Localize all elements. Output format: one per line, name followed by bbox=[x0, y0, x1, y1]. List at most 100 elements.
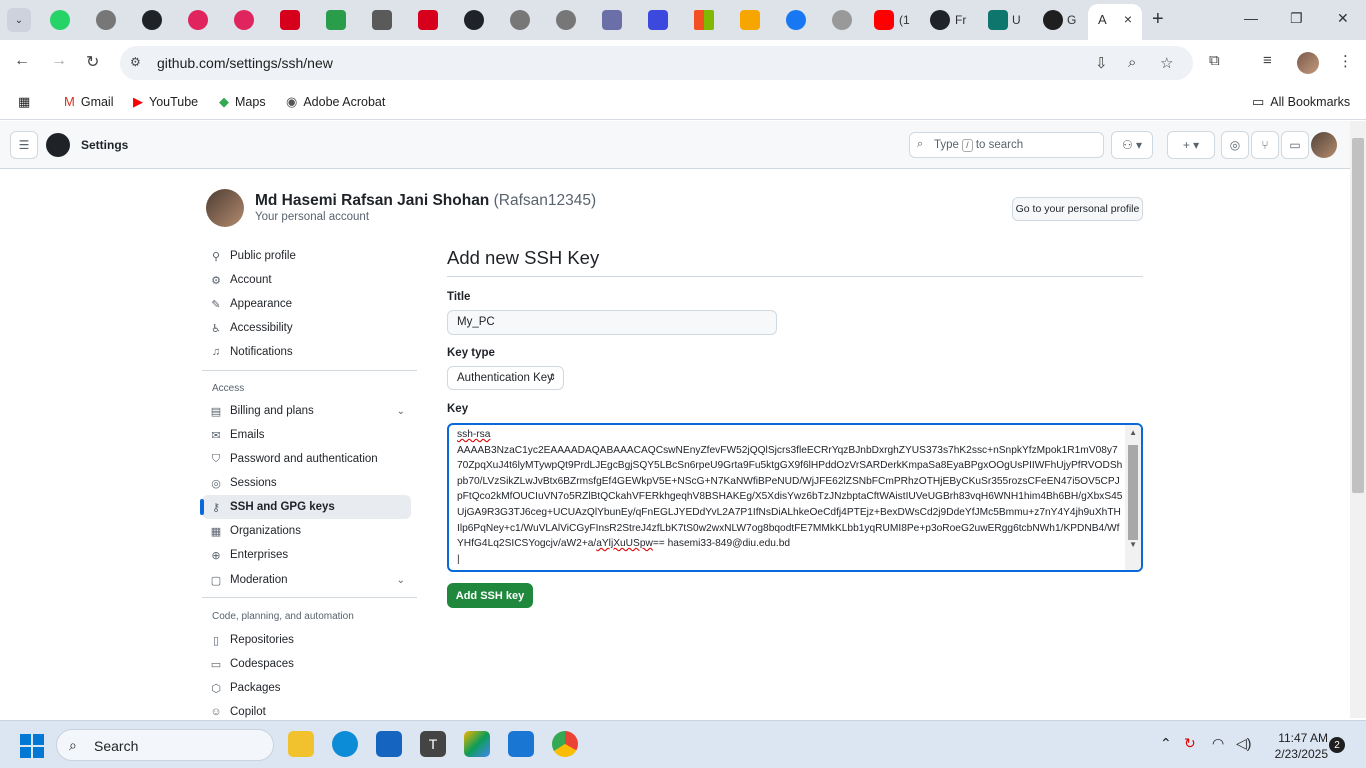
sidebar-item-billing[interactable]: ▤ Billing and plans ⌄ bbox=[202, 399, 411, 423]
issues-icon[interactable]: ◎ bbox=[1221, 131, 1249, 159]
new-tab-button[interactable]: + bbox=[1152, 8, 1164, 31]
notepad-icon[interactable] bbox=[508, 731, 534, 757]
create-new-button[interactable]: + ▾ bbox=[1167, 131, 1215, 159]
tab-title[interactable]: G bbox=[1067, 13, 1076, 27]
sidebar-item-appearance[interactable]: ✎ Appearance bbox=[202, 292, 411, 316]
extensions-icon[interactable]: ⧉ bbox=[1209, 52, 1220, 69]
globe-tab-icon[interactable] bbox=[96, 10, 116, 30]
page-title[interactable]: Settings bbox=[81, 138, 128, 152]
mega-tab-icon[interactable] bbox=[418, 10, 438, 30]
globe-tab-icon[interactable] bbox=[510, 10, 530, 30]
file-explorer-icon[interactable] bbox=[288, 731, 314, 757]
apps-icon[interactable]: ▦ bbox=[18, 94, 30, 110]
close-tab-icon[interactable]: × bbox=[1124, 11, 1132, 27]
search-input[interactable]: ⌕ Type / to search bbox=[909, 132, 1104, 158]
chevron-down-icon[interactable]: ⌄ bbox=[397, 406, 405, 417]
profile-handle[interactable]: (Rafsan12345) bbox=[494, 192, 597, 209]
sidebar-item-notifications[interactable]: ♫ Notifications bbox=[202, 340, 411, 364]
edge-icon[interactable] bbox=[332, 731, 358, 757]
tab-title[interactable]: U bbox=[1012, 13, 1021, 27]
sidebar-item-password[interactable]: ⛉ Password and authentication bbox=[202, 447, 411, 471]
sidebar-item-moderation[interactable]: ▢ Moderation ⌄ bbox=[202, 568, 411, 592]
bookmark-acrobat[interactable]: ◉ Adobe Acrobat bbox=[286, 94, 385, 110]
scroll-down-icon[interactable]: ▼ bbox=[1129, 540, 1137, 549]
address-bar[interactable]: ⚙ github.com/settings/ssh/new ⇩ ⌕ ☆ bbox=[120, 46, 1193, 80]
tray-overflow-icon[interactable]: ⌃ bbox=[1160, 735, 1172, 752]
typora-icon[interactable]: T bbox=[420, 731, 446, 757]
scroll-up-icon[interactable]: ▲ bbox=[1129, 428, 1137, 437]
bookmark-star-icon[interactable]: ☆ bbox=[1160, 54, 1173, 72]
page-scroll-thumb[interactable] bbox=[1352, 138, 1364, 493]
all-bookmarks[interactable]: ▭ All Bookmarks bbox=[1252, 94, 1350, 110]
chrome-icon[interactable] bbox=[552, 731, 578, 757]
bookmark-youtube[interactable]: ▶ YouTube bbox=[133, 94, 198, 110]
app-icon[interactable] bbox=[464, 731, 490, 757]
sidebar-item-organizations[interactable]: ▦ Organizations bbox=[202, 519, 411, 543]
sync-icon[interactable]: ↻ bbox=[1184, 735, 1196, 752]
zoom-icon[interactable]: ⌕ bbox=[1128, 54, 1136, 71]
copilot-menu-button[interactable]: ⚇ ▾ bbox=[1111, 131, 1153, 159]
sidebar-item-enterprises[interactable]: ⊕ Enterprises bbox=[202, 543, 411, 567]
app-tab-icon[interactable] bbox=[234, 10, 254, 30]
title-field[interactable]: My_PC bbox=[447, 310, 777, 335]
install-app-icon[interactable]: ⇩ bbox=[1095, 54, 1108, 72]
app-tab-icon[interactable] bbox=[740, 10, 760, 30]
go-to-profile-button[interactable]: Go to your personal profile bbox=[1012, 197, 1143, 221]
bookmark-gmail[interactable]: M Gmail bbox=[64, 94, 114, 109]
w-tab-icon[interactable] bbox=[326, 10, 346, 30]
pull-requests-icon[interactable]: ⑂ bbox=[1251, 131, 1279, 159]
key-textarea[interactable]: ssh-rsa AAAAB3NzaC1yc2EAAAADAQABAAACAQCs… bbox=[447, 423, 1143, 572]
whatsapp-tab-icon[interactable] bbox=[50, 10, 70, 30]
sidebar-item-public-profile[interactable]: ⚲ Public profile bbox=[202, 244, 411, 268]
github-tab-icon[interactable] bbox=[930, 10, 950, 30]
page-scrollbar[interactable] bbox=[1350, 121, 1366, 718]
sidebar-item-account[interactable]: ⚙ Account bbox=[202, 268, 411, 292]
back-icon[interactable]: ← bbox=[14, 52, 30, 70]
browser-profile-avatar[interactable] bbox=[1297, 52, 1319, 74]
wifi-icon[interactable]: ◠ bbox=[1212, 735, 1224, 752]
media-control-icon[interactable]: ≡ bbox=[1263, 52, 1272, 69]
openai-tab-icon[interactable] bbox=[1043, 10, 1063, 30]
hamburger-menu-icon[interactable]: ☰ bbox=[10, 131, 38, 159]
taskbar-search[interactable]: ⌕ Search bbox=[56, 729, 274, 761]
tab-title[interactable]: Fr bbox=[955, 13, 966, 27]
globe-tab-icon[interactable] bbox=[556, 10, 576, 30]
mega-tab-icon[interactable] bbox=[280, 10, 300, 30]
youtube-tab-icon[interactable] bbox=[874, 10, 894, 30]
forward-icon[interactable]: → bbox=[51, 52, 67, 70]
sidebar-item-ssh-keys[interactable]: ⚷ SSH and GPG keys bbox=[200, 495, 411, 519]
facebook-tab-icon[interactable] bbox=[786, 10, 806, 30]
app-tab-icon[interactable] bbox=[188, 10, 208, 30]
sidebar-item-emails[interactable]: ✉ Emails bbox=[202, 423, 411, 447]
key-text[interactable]: ssh-rsa AAAAB3NzaC1yc2EAAAADAQABAAACAQCs… bbox=[457, 427, 1123, 567]
sidebar-item-repositories[interactable]: ▯ Repositories bbox=[202, 628, 411, 652]
bookmark-maps[interactable]: ◆ Maps bbox=[219, 94, 266, 110]
sidebar-item-packages[interactable]: ⬡ Packages bbox=[202, 676, 411, 700]
app-tab-icon[interactable] bbox=[648, 10, 668, 30]
reload-icon[interactable]: ↻ bbox=[86, 52, 99, 72]
active-tab[interactable]: A × bbox=[1088, 4, 1142, 40]
user-avatar[interactable] bbox=[1311, 132, 1337, 158]
windows-start-icon[interactable] bbox=[20, 734, 44, 758]
store-icon[interactable] bbox=[376, 731, 402, 757]
clock[interactable]: 11:47 AM 2/23/2025 bbox=[1262, 730, 1328, 762]
textarea-scrollbar[interactable]: ▲ ▼ bbox=[1125, 425, 1141, 570]
tab-search-icon[interactable]: ⌄ bbox=[7, 8, 31, 32]
add-ssh-key-button[interactable]: Add SSH key bbox=[447, 583, 533, 608]
microsoft-tab-icon[interactable] bbox=[694, 10, 714, 30]
app-tab-icon[interactable] bbox=[602, 10, 622, 30]
github-tab-icon[interactable] bbox=[142, 10, 162, 30]
inbox-icon[interactable]: ▭ bbox=[1281, 131, 1309, 159]
chevron-down-icon[interactable]: ⌄ bbox=[397, 575, 405, 586]
textarea-scroll-thumb[interactable] bbox=[1128, 445, 1138, 540]
globe-tab-icon[interactable] bbox=[832, 10, 852, 30]
sidebar-item-codespaces[interactable]: ▭ Codespaces bbox=[202, 652, 411, 676]
sidebar-item-sessions[interactable]: ◎ Sessions bbox=[202, 471, 411, 495]
app-tab-icon[interactable] bbox=[372, 10, 392, 30]
tab-title[interactable]: (1 bbox=[899, 13, 910, 27]
github-logo-icon[interactable] bbox=[46, 133, 70, 157]
sidebar-item-accessibility[interactable]: ♿ Accessibility bbox=[202, 316, 411, 340]
key-type-select[interactable]: Authentication Key ⇕ bbox=[447, 366, 564, 390]
window-close-icon[interactable]: ✕ bbox=[1337, 10, 1349, 27]
notification-badge[interactable]: 2 bbox=[1329, 737, 1345, 753]
